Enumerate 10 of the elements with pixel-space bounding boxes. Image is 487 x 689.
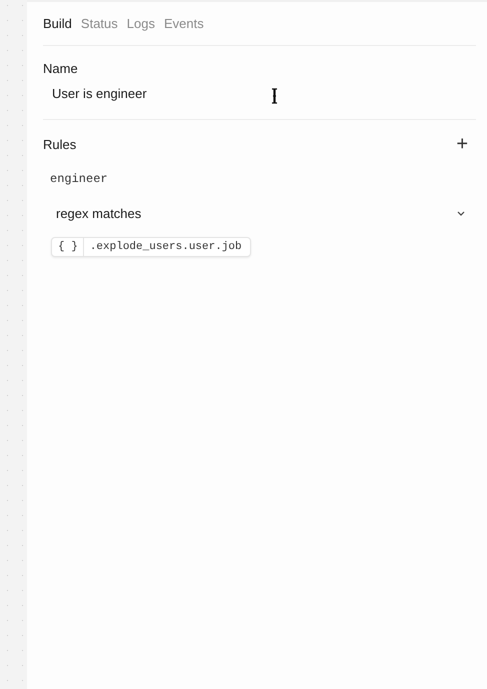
field-label: Name (43, 61, 79, 76)
reference-pill[interactable]: { } .explode_users.user.job (51, 237, 251, 257)
add-button[interactable]: + (456, 135, 476, 153)
name-field[interactable]: User is engineer (43, 76, 361, 107)
text-cursor-icon (271, 88, 278, 104)
rule-name: engineer (50, 172, 108, 186)
chevron-down-icon (457, 211, 465, 216)
tab[interactable]: Build (43, 16, 72, 31)
section-title: Rules (43, 136, 76, 152)
operator-dropdown[interactable]: regex matches (43, 186, 476, 221)
